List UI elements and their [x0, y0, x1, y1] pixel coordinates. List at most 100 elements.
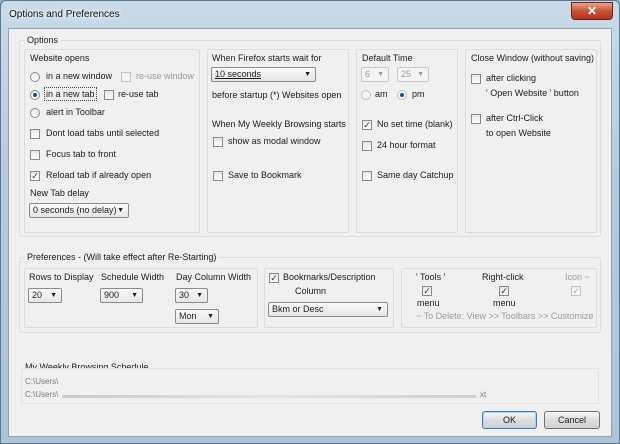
hour-select[interactable]: 6 ▼	[361, 67, 389, 82]
chevron-down-icon: ▼	[196, 292, 203, 299]
default-time-title: Default Time	[362, 53, 413, 63]
tools-menu-label: menu	[417, 298, 440, 308]
weekly-starts-title: When My Weekly Browsing starts	[212, 119, 346, 129]
icon-checkbox[interactable]: ✓	[571, 286, 581, 296]
after-clicking-checkbox[interactable]	[471, 74, 481, 84]
default-time-panel: Default Time 6 ▼ 25 ▼ am pm ✓ No set tim…	[356, 49, 458, 233]
rows-label: Rows to Display	[29, 272, 94, 282]
dialog-client-area: Options Website opens in a new window re…	[8, 28, 612, 437]
column-label: Column	[295, 286, 327, 296]
rightclick-label: Right-click	[482, 272, 524, 282]
day-column-value: 30	[179, 290, 190, 300]
close-window-panel: Close Window (without saving) after clic…	[465, 49, 597, 233]
toolbar-panel: ' Tools ' ✓ menu Right-click ✓ menu Icon…	[401, 268, 597, 328]
new-tab-radio[interactable]	[30, 90, 40, 100]
schedule-width-select[interactable]: 900 ▼	[100, 288, 143, 303]
tools-label: ' Tools '	[416, 272, 446, 282]
new-tab-delay-value: 0 seconds (no delay)	[33, 205, 117, 215]
reuse-window-label: re-use window	[136, 71, 195, 81]
schedule-path-1: C:\Users\	[25, 377, 59, 386]
rows-select[interactable]: 20 ▼	[28, 288, 62, 303]
after-ctrl-label: after Ctrl-Click	[486, 113, 544, 123]
after-clicking-label: after clicking	[486, 73, 537, 83]
to-open-website-label: to open Website	[486, 128, 551, 138]
reload-tab-checkbox[interactable]: ✓	[30, 171, 40, 181]
new-tab-delay-label: New Tab delay	[30, 188, 89, 198]
bookmarks-panel: ✓ Bookmarks/Description Column Bkm or De…	[264, 268, 394, 328]
website-opens-panel: Website opens in a new window re-use win…	[24, 49, 200, 233]
schedule-width-value: 900	[104, 290, 120, 300]
dont-load-label: Dont load tabs until selected	[46, 128, 160, 138]
reuse-tab-label: re-use tab	[118, 89, 159, 99]
new-window-radio[interactable]	[30, 72, 40, 82]
day-select[interactable]: Mon ▼	[175, 309, 219, 324]
redacted-path-segment	[62, 395, 476, 398]
pm-label: pm	[412, 89, 425, 99]
day-column-label: Day Column Width	[176, 272, 252, 282]
save-bookmark-label: Save to Bookmark	[228, 170, 302, 180]
close-button[interactable]: ✕	[571, 2, 613, 20]
day-value: Mon	[179, 311, 197, 321]
pm-radio[interactable]	[397, 90, 407, 100]
options-dialog-window: Options and Preferences ✕ Options Websit…	[0, 0, 620, 444]
ok-button[interactable]: OK	[482, 411, 537, 429]
rightclick-menu-checkbox[interactable]: ✓	[499, 286, 509, 296]
rows-value: 20	[32, 290, 43, 300]
hour-value: 6	[365, 69, 371, 79]
new-tab-delay-select[interactable]: 0 seconds (no delay) ▼	[29, 203, 129, 218]
options-group: Options Website opens in a new window re…	[19, 35, 601, 237]
preferences-group: Preferences - (Will take effect after Re…	[19, 252, 601, 333]
delete-hint: ~ To Delete: View >> Toolbars >> Customi…	[416, 311, 594, 321]
alert-toolbar-radio[interactable]	[30, 108, 40, 118]
schedule-path-2: C:\Users\	[25, 390, 59, 399]
new-window-label: in a new window	[46, 71, 113, 81]
schedule-path-2-end: xt	[480, 390, 487, 399]
reuse-tab-checkbox[interactable]	[104, 90, 114, 100]
title-bar[interactable]: Options and Preferences ✕	[1, 1, 619, 27]
reuse-window-checkbox[interactable]	[121, 72, 131, 82]
day-column-select[interactable]: 30 ▼	[175, 288, 208, 303]
hour24-checkbox[interactable]	[362, 141, 372, 151]
alert-toolbar-label: alert in Toolbar	[46, 107, 105, 117]
show-modal-checkbox[interactable]	[213, 137, 223, 147]
same-day-label: Same day Catchup	[377, 170, 454, 180]
chevron-down-icon: ▼	[50, 292, 57, 299]
bookmarks-label: Bookmarks/Description	[283, 272, 376, 282]
chevron-down-icon: ▼	[376, 306, 383, 313]
close-window-title: Close Window (without saving)	[471, 53, 595, 63]
minute-select[interactable]: 25 ▼	[397, 67, 429, 82]
preferences-legend: Preferences - (Will take effect after Re…	[25, 252, 219, 262]
chevron-down-icon: ▼	[207, 313, 214, 320]
same-day-checkbox[interactable]	[362, 171, 372, 181]
chevron-down-icon: ▼	[131, 292, 138, 299]
minute-value: 25	[401, 69, 412, 79]
column-value: Bkm or Desc	[272, 304, 324, 314]
chevron-down-icon: ▼	[417, 71, 424, 78]
chevron-down-icon: ▼	[304, 71, 311, 78]
open-website-label: ' Open Website ' button	[486, 88, 579, 98]
cancel-button[interactable]: Cancel	[544, 411, 600, 429]
dont-load-checkbox[interactable]	[30, 129, 40, 139]
window-title: Options and Preferences	[9, 9, 120, 20]
save-bookmark-checkbox[interactable]	[213, 171, 223, 181]
icon-label: Icon ~	[565, 272, 590, 282]
before-startup-label: before startup (*) Websites open	[212, 90, 342, 100]
rightclick-menu-label: menu	[493, 298, 516, 308]
schedule-paths-box: C:\Users\ C:\Users\ xt	[21, 368, 599, 404]
reload-tab-label: Reload tab if already open	[46, 170, 152, 180]
no-set-time-checkbox[interactable]: ✓	[362, 120, 372, 130]
schedule-width-label: Schedule Width	[101, 272, 165, 282]
after-ctrl-checkbox[interactable]	[471, 114, 481, 124]
website-opens-title: Website opens	[30, 53, 90, 63]
no-set-time-label: No set time (blank)	[377, 119, 453, 129]
column-select[interactable]: Bkm or Desc ▼	[268, 302, 388, 317]
hour24-label: 24 hour format	[377, 140, 436, 150]
bookmarks-checkbox[interactable]: ✓	[269, 273, 279, 283]
tools-menu-checkbox[interactable]: ✓	[422, 286, 432, 296]
chevron-down-icon: ▼	[117, 207, 124, 214]
focus-tab-checkbox[interactable]	[30, 150, 40, 160]
wait-seconds-select[interactable]: 10 seconds ▼	[211, 67, 316, 82]
chevron-down-icon: ▼	[377, 71, 384, 78]
options-legend: Options	[25, 35, 61, 45]
am-radio[interactable]	[361, 90, 371, 100]
